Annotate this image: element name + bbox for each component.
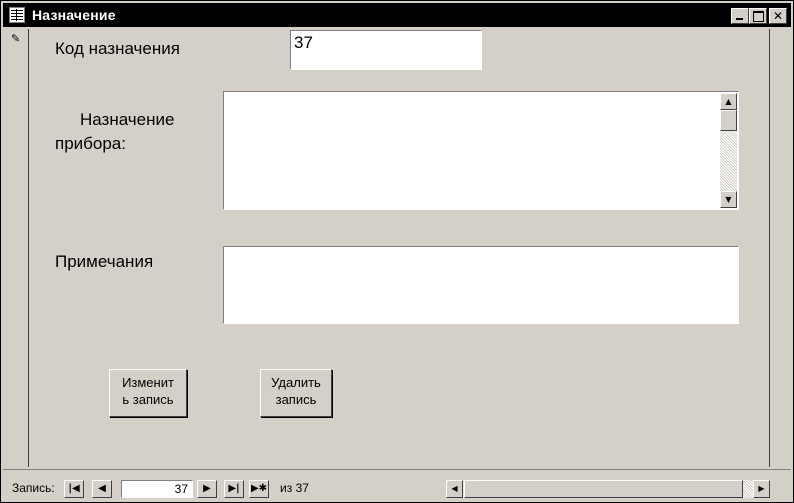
record-label: Запись: [12,481,55,495]
window-title: Назначение [32,7,116,23]
first-record-button[interactable]: |◀ [64,480,84,498]
total-records: 37 [295,481,309,495]
purpose-label-line1: Назначение [80,110,175,129]
next-record-button[interactable]: ▶ [197,480,217,498]
delete-button-label-line1: Удалить [271,375,321,390]
arrow-up-icon: ▲ [725,97,732,106]
record-count: из 37 [280,481,309,495]
arrow-right-icon: ▶ [758,484,765,493]
purpose-scrollbar[interactable]: ▲ ▼ [720,93,737,208]
code-label: Код назначения [55,39,180,58]
previous-record-button[interactable]: ◀ [92,480,112,498]
scroll-down-button[interactable]: ▼ [720,191,737,208]
purpose-textarea[interactable]: ▲ ▼ [223,91,739,210]
next-record-icon: ▶ [203,483,211,494]
new-record-button[interactable]: ▶✱ [249,480,269,498]
previous-record-icon: ◀ [98,483,106,494]
edit-record-button[interactable]: Изменит ь запись [109,369,187,417]
edit-button-label-line2: ь запись [122,392,174,407]
pencil-icon: ✎ [11,33,21,45]
record-selector[interactable]: ✎ [6,29,29,467]
scroll-right-button[interactable]: ▶ [753,480,770,498]
maximize-icon [753,11,764,22]
last-record-button[interactable]: ▶| [224,480,244,498]
close-button[interactable]: ✕ [769,8,787,24]
purpose-label-line2: прибора: [55,134,126,153]
arrow-down-icon: ▼ [725,195,732,204]
scroll-up-button[interactable]: ▲ [720,93,737,110]
maximize-button[interactable] [749,8,767,24]
table-icon[interactable] [9,7,25,23]
code-value: 37 [294,33,313,52]
scroll-left-button[interactable]: ◀ [446,480,463,498]
last-record-icon: ▶| [228,483,240,494]
close-icon: ✕ [772,9,784,23]
of-text: из [280,481,293,495]
edit-button-label-line1: Изменит [122,375,174,390]
notes-label: Примечания [55,252,154,271]
horizontal-scroll-thumb[interactable] [464,480,743,498]
title-bar[interactable]: Назначение ✕ [3,3,791,27]
minimize-icon [736,18,743,20]
code-field[interactable]: 37 [290,30,482,70]
delete-record-button[interactable]: Удалить запись [260,369,332,417]
first-record-icon: |◀ [68,483,80,494]
horizontal-scrollbar[interactable]: ◀ ▶ [446,480,770,498]
current-record-input[interactable]: 37 [121,480,193,498]
form-window: Назначение ✕ ✎ Код назначения 37 Назначе… [0,0,794,503]
delete-button-label-line2: запись [275,392,317,407]
record-navigation-bar: Запись: |◀ ◀ 37 ▶ ▶| ▶✱ из 37 ◀ ▶ [3,469,791,501]
arrow-left-icon: ◀ [451,484,458,493]
notes-field[interactable] [223,246,739,324]
minimize-button[interactable] [731,8,749,24]
scroll-thumb[interactable] [720,110,737,131]
form-right-edge [769,29,770,467]
new-record-icon: ▶✱ [250,483,268,494]
